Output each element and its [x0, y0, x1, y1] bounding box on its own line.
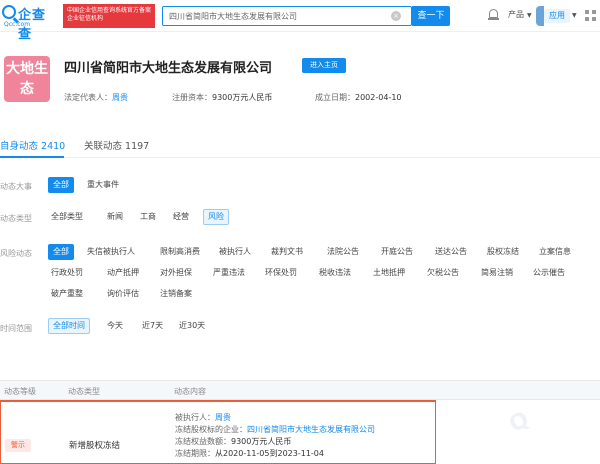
active-tab-indicator: [0, 156, 64, 158]
tab-related-dynamics[interactable]: 关联动态 1197: [84, 138, 149, 152]
logo-q-icon: [2, 5, 16, 19]
table-header: 动态等级 动态类型 动态内容: [0, 380, 600, 400]
filter-risk-all[interactable]: 全部: [48, 244, 74, 260]
frozen-period-label: 冻结期限：: [175, 449, 215, 458]
column-header-type: 动态类型: [68, 387, 100, 396]
search-input[interactable]: [163, 7, 373, 25]
apps-menu-button[interactable]: 应用: [544, 9, 570, 23]
logo-domain: Qcc.com: [4, 21, 31, 28]
filter-risk-option[interactable]: 税收违法: [316, 265, 354, 281]
frozen-period-line: 冻结期限：从2020-11-05到2023-11-04: [175, 448, 324, 459]
frozen-company-label: 冻结股权标的企业：: [175, 425, 247, 434]
filter-label-risk: 风险动态: [0, 249, 32, 258]
table-row[interactable]: 警示 新增股权冻结 被执行人：周贵 冻结股权标的企业：四川省简阳市大地生态发展有…: [0, 400, 436, 464]
filter-risk-option[interactable]: 注销备案: [157, 286, 195, 302]
filter-risk-option[interactable]: 裁判文书: [268, 244, 306, 260]
filter-category-all[interactable]: 全部类型: [48, 209, 86, 225]
filter-label-major: 动态大事: [0, 182, 32, 191]
filter-time-7days[interactable]: 近7天: [139, 318, 166, 334]
filter-risk-option[interactable]: 立案信息: [536, 244, 574, 260]
watermark-logo: Q: [505, 406, 534, 439]
chevron-down-icon: ▼: [527, 12, 532, 19]
filter-risk-option[interactable]: 送达公告: [432, 244, 470, 260]
official-record-badge: 中国企业信用查询系统官方备案企业征信机构: [63, 4, 155, 28]
filter-risk-option[interactable]: 股权冻结: [484, 244, 522, 260]
filter-time-all[interactable]: 全部时间: [48, 318, 90, 334]
filter-major-events[interactable]: 重大事件: [84, 177, 122, 193]
products-menu[interactable]: 产品: [508, 9, 524, 20]
top-navbar: 企查查 Qcc.com 中国企业信用查询系统官方备案企业征信机构 × 查一下 产…: [0, 0, 600, 42]
filter-risk-option[interactable]: 失信被执行人: [84, 244, 138, 260]
capital-value: 9300万元人民币: [212, 93, 273, 102]
filter-category-risk[interactable]: 风险: [203, 209, 229, 225]
column-header-level: 动态等级: [4, 387, 36, 396]
filter-label-time: 时间范围: [0, 324, 32, 333]
bell-icon[interactable]: [488, 9, 499, 21]
filter-risk-option[interactable]: 环保处罚: [262, 265, 300, 281]
founded-date: 成立日期：2002-04-10: [315, 92, 402, 103]
founded-label: 成立日期：: [315, 93, 355, 102]
filter-risk-option[interactable]: 行政处罚: [48, 265, 86, 281]
filter-risk-option[interactable]: 公示催告: [530, 265, 568, 281]
frozen-period-value: 从2020-11-05到2023-11-04: [215, 449, 324, 458]
executed-person-link[interactable]: 周贵: [215, 413, 231, 422]
qcc-logo[interactable]: 企查查 Qcc.com: [2, 3, 57, 42]
filter-category-news[interactable]: 新闻: [104, 209, 126, 225]
frozen-amount-line: 冻结权益数额：9300万元人民币: [175, 436, 291, 447]
filter-risk-option[interactable]: 询价评估: [104, 286, 142, 302]
filter-risk-option[interactable]: 对外担保: [157, 265, 195, 281]
enter-homepage-button[interactable]: 进入主页: [302, 58, 346, 73]
executed-label: 被执行人：: [175, 413, 215, 422]
legal-representative: 法定代表人：周贵: [64, 92, 128, 103]
filter-risk-option[interactable]: 土地抵押: [370, 265, 408, 281]
level-badge: 警示: [5, 439, 31, 452]
filter-category-operation[interactable]: 经营: [170, 209, 192, 225]
avatar[interactable]: [536, 6, 544, 26]
filter-risk-option[interactable]: 法院公告: [324, 244, 362, 260]
filter-risk-option[interactable]: 动产抵押: [104, 265, 142, 281]
executed-person-line: 被执行人：周贵: [175, 412, 231, 423]
frozen-amount-label: 冻结权益数额：: [175, 437, 231, 446]
filter-risk-option[interactable]: 被执行人: [216, 244, 254, 260]
search-box: ×: [162, 6, 412, 26]
company-name: 四川省简阳市大地生态发展有限公司: [64, 61, 273, 76]
frozen-company-link[interactable]: 四川省简阳市大地生态发展有限公司: [247, 425, 375, 434]
company-logo: 大地生态: [4, 56, 50, 102]
grid-icon[interactable]: [585, 10, 597, 22]
filter-risk-option[interactable]: 简易注销: [478, 265, 516, 281]
dynamics-tabs: 自身动态 2410 关联动态 1197: [0, 132, 600, 158]
filter-risk-option[interactable]: 严重违法: [210, 265, 248, 281]
filter-risk-option[interactable]: 破产重整: [48, 286, 86, 302]
clear-icon[interactable]: ×: [391, 11, 401, 21]
legal-rep-link[interactable]: 周贵: [112, 93, 128, 102]
legal-rep-label: 法定代表人：: [64, 93, 112, 102]
filter-risk-option[interactable]: 开庭公告: [378, 244, 416, 260]
watermark: Q: [500, 400, 600, 464]
filter-major-all[interactable]: 全部: [48, 177, 74, 193]
tab-own-dynamics[interactable]: 自身动态 2410: [0, 138, 65, 152]
filter-time-today[interactable]: 今天: [104, 318, 126, 334]
chevron-down-icon: ▼: [572, 12, 577, 19]
dynamic-type: 新增股权冻结: [69, 441, 121, 451]
founded-value: 2002-04-10: [355, 93, 402, 102]
filter-risk-option[interactable]: 欠税公告: [424, 265, 462, 281]
filter-category-business[interactable]: 工商: [137, 209, 159, 225]
frozen-company-line: 冻结股权标的企业：四川省简阳市大地生态发展有限公司: [175, 424, 375, 435]
filter-risk-option[interactable]: 限制高消费: [157, 244, 203, 260]
filter-label-category: 动态类型: [0, 214, 32, 223]
column-header-content: 动态内容: [174, 387, 206, 396]
frozen-amount-value: 9300万元人民币: [231, 437, 292, 446]
filter-time-30days[interactable]: 近30天: [176, 318, 208, 334]
capital-label: 注册资本：: [172, 93, 212, 102]
search-button[interactable]: 查一下: [412, 6, 450, 26]
registered-capital: 注册资本：9300万元人民币: [172, 92, 272, 103]
